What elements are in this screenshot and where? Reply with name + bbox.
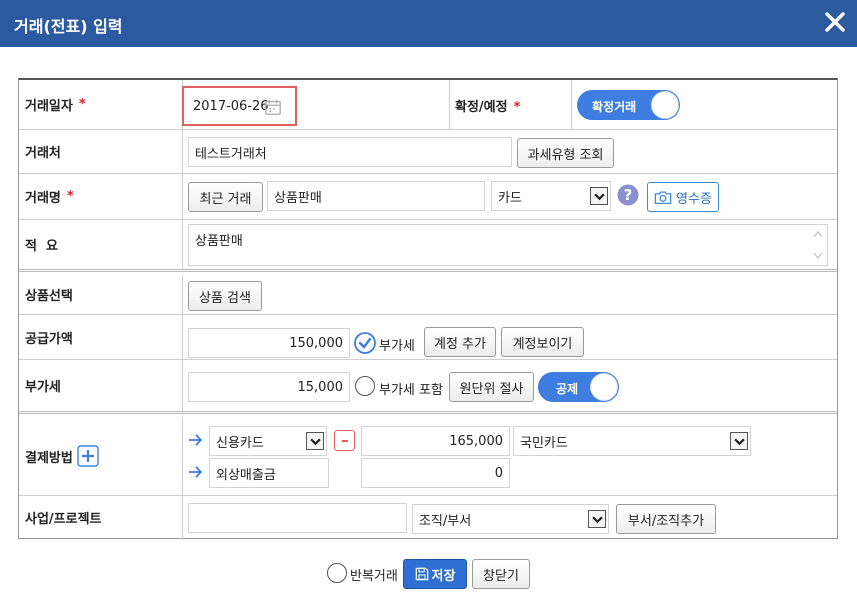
confirmed-toggle[interactable]: 확정거래 xyxy=(577,90,680,120)
supply-label: 공급가액 xyxy=(19,315,183,359)
row-product: 상품선택 상품 검색 xyxy=(19,275,837,315)
payment-method-select-1[interactable]: 신용카드 xyxy=(209,426,327,456)
window-title: 거래(전표) 입력 xyxy=(14,17,123,36)
save-button[interactable]: 저장 xyxy=(403,559,467,589)
memo-value: 상품판매 xyxy=(195,234,243,249)
toggle-knob xyxy=(590,373,618,401)
payment-method-field-2[interactable]: 외상매출금 xyxy=(209,458,329,488)
repeat-transaction-radio[interactable] xyxy=(327,563,347,583)
transaction-form: 거래일자 * 2017-06-26 확정/예정 * 확정거래 거래처 테스트거래처 … xyxy=(18,78,838,539)
chevron-down-icon xyxy=(306,432,324,450)
window-titlebar: 거래(전표) 입력 xyxy=(0,0,857,47)
project-label: 사업/프로젝트 xyxy=(19,496,183,539)
toggle-knob xyxy=(651,91,679,119)
show-account-button[interactable]: 계정보이기 xyxy=(501,327,584,357)
card-company-value: 국민카드 xyxy=(520,435,568,451)
supply-amount-input[interactable]: 150,000 xyxy=(188,328,350,358)
payment-amount-input-2[interactable]: 0 xyxy=(361,458,510,488)
chevron-down-icon xyxy=(590,187,608,205)
product-label: 상품선택 xyxy=(19,275,183,314)
vat-included-label: 부가세 포함 xyxy=(379,383,443,398)
status-label: 확정/예정 * xyxy=(455,100,521,115)
chevron-down-icon xyxy=(588,510,606,528)
vat-label: 부가세 xyxy=(19,360,183,411)
payment-label-cell: 결제방법 xyxy=(19,417,183,495)
date-input[interactable]: 2017-06-26 xyxy=(182,86,297,126)
recent-transaction-button[interactable]: 최근 거래 xyxy=(188,182,263,212)
card-company-select[interactable]: 국민카드 xyxy=(513,426,751,456)
row-vat: 부가세 15,000 부가세 포함 원단위 절사 공제 xyxy=(19,360,837,414)
close-window-button[interactable]: 창닫기 xyxy=(472,559,530,589)
receipt-button[interactable]: 영수증 xyxy=(647,182,719,212)
add-payment-icon[interactable] xyxy=(77,445,99,467)
deduct-toggle-label: 공제 xyxy=(556,382,579,396)
remove-payment-button[interactable] xyxy=(334,430,355,451)
name-label: 거래명 * xyxy=(19,174,183,219)
close-icon[interactable] xyxy=(823,10,847,34)
payment-type-value: 카드 xyxy=(498,190,522,206)
deduct-toggle[interactable]: 공제 xyxy=(538,372,619,402)
transaction-name-input[interactable]: 상품판매 xyxy=(267,181,485,211)
payment-label: 결제방법 xyxy=(25,450,73,466)
repeat-transaction-label: 반복거래 xyxy=(350,569,398,584)
arrow-right-icon xyxy=(189,434,203,446)
payment-method-value: 신용카드 xyxy=(216,435,264,451)
row-partner: 거래처 테스트거래처 과세유형 조회 xyxy=(19,130,837,174)
chevron-down-icon xyxy=(730,432,748,450)
row-memo: 적 요 상품판매 xyxy=(19,220,837,272)
help-icon[interactable]: ? xyxy=(617,184,639,206)
camera-icon xyxy=(654,190,672,204)
save-button-label: 저장 xyxy=(431,568,456,584)
truncate-button[interactable]: 원단위 절사 xyxy=(449,372,534,402)
memo-label: 적 요 xyxy=(19,220,183,269)
row-name: 거래명 * 최근 거래 상품판매 카드 ? 영수증 xyxy=(19,174,837,220)
calendar-icon[interactable] xyxy=(263,98,283,116)
payment-amount-input-1[interactable]: 165,000 xyxy=(361,426,510,456)
vat-amount-input[interactable]: 15,000 xyxy=(188,372,350,402)
receipt-button-label: 영수증 xyxy=(676,191,712,207)
row-supply: 공급가액 150,000 부가세 계정 추가 계정보이기 xyxy=(19,315,837,360)
row-date: 거래일자 * 2017-06-26 확정/예정 * 확정거래 xyxy=(19,80,837,130)
save-icon xyxy=(415,567,428,581)
product-search-button[interactable]: 상품 검색 xyxy=(188,281,262,311)
confirmed-toggle-label: 확정거래 xyxy=(592,100,637,114)
vat-checkbox-label: 부가세 xyxy=(379,339,415,354)
add-org-button[interactable]: 부서/조직추가 xyxy=(616,504,716,534)
add-account-button[interactable]: 계정 추가 xyxy=(424,327,496,357)
scrollbar[interactable] xyxy=(811,227,825,263)
minus-icon xyxy=(341,439,348,442)
row-payment: 결제방법 신용카드 165,000 국민카드 외상매출금 0 xyxy=(19,417,837,496)
payment-type-select[interactable]: 카드 xyxy=(491,181,611,211)
memo-textarea[interactable]: 상품판매 xyxy=(188,224,828,266)
project-input[interactable] xyxy=(188,503,407,533)
vat-included-radio[interactable] xyxy=(355,376,375,396)
date-label: 거래일자 * xyxy=(19,80,183,129)
row-project: 사업/프로젝트 조직/부서 부서/조직추가 xyxy=(19,496,837,539)
tax-lookup-button[interactable]: 과세유형 조회 xyxy=(517,138,614,168)
divider xyxy=(571,80,572,130)
arrow-right-icon xyxy=(189,466,203,478)
vat-checkbox-icon[interactable] xyxy=(354,332,376,354)
partner-input[interactable]: 테스트거래처 xyxy=(188,137,512,167)
divider xyxy=(449,80,450,130)
org-select[interactable]: 조직/부서 xyxy=(412,504,609,534)
org-select-value: 조직/부서 xyxy=(419,513,472,529)
date-value: 2017-06-26 xyxy=(193,98,269,114)
partner-label: 거래처 xyxy=(19,130,183,173)
svg-text:?: ? xyxy=(624,186,633,204)
